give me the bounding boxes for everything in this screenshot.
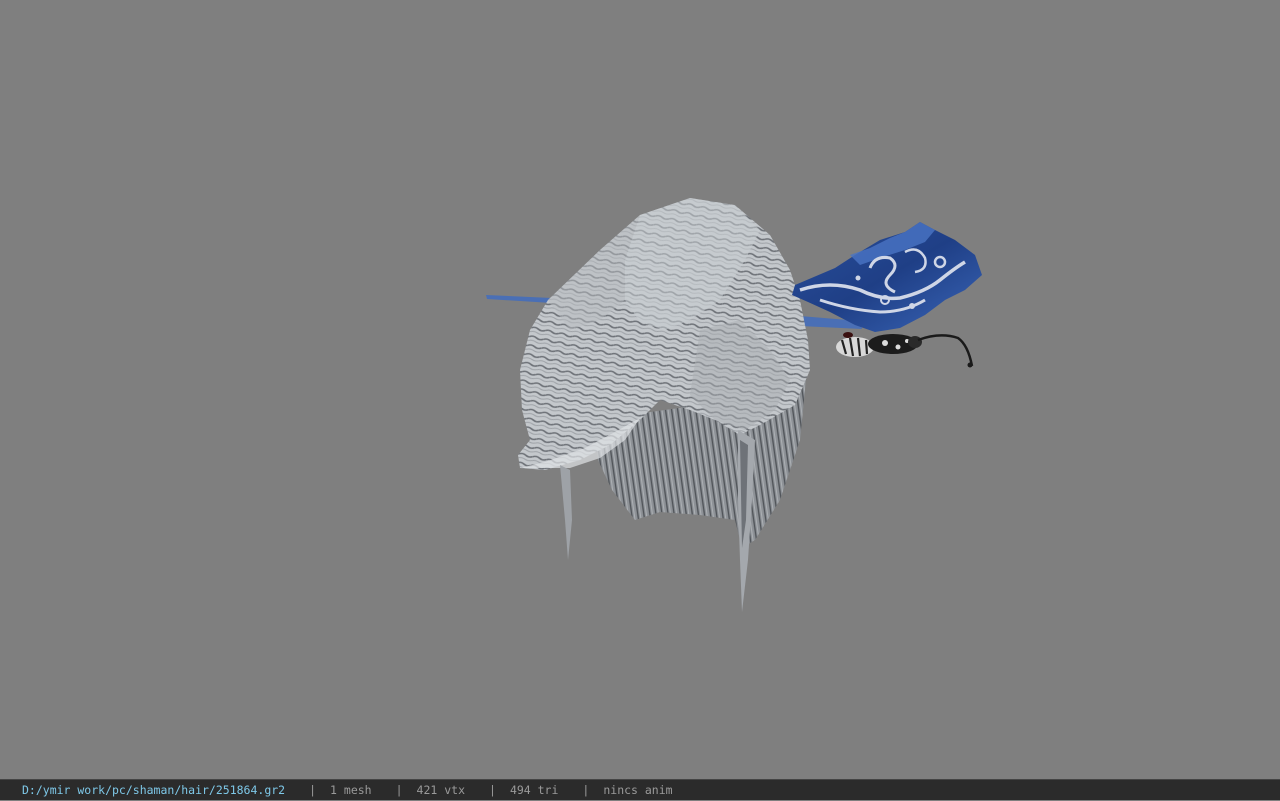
model-render — [486, 198, 982, 612]
anim-status: nincs anim — [603, 782, 673, 797]
mesh-count: 1 mesh — [330, 782, 372, 797]
triangle-count: 494 tri — [509, 782, 559, 797]
vertex-count: 421 vtx — [416, 782, 465, 797]
3d-viewport[interactable] — [0, 0, 1280, 779]
separator: | — [489, 782, 496, 797]
status-bar: D:/ymir work/pc/shaman/hair/251864.gr2 |… — [0, 779, 1280, 800]
butterfly-ornament — [792, 222, 982, 368]
file-path: D:/ymir work/pc/shaman/hair/251864.gr2 — [22, 782, 286, 797]
separator: | — [395, 782, 403, 797]
separator: | — [309, 782, 317, 797]
separator: | — [582, 782, 590, 797]
